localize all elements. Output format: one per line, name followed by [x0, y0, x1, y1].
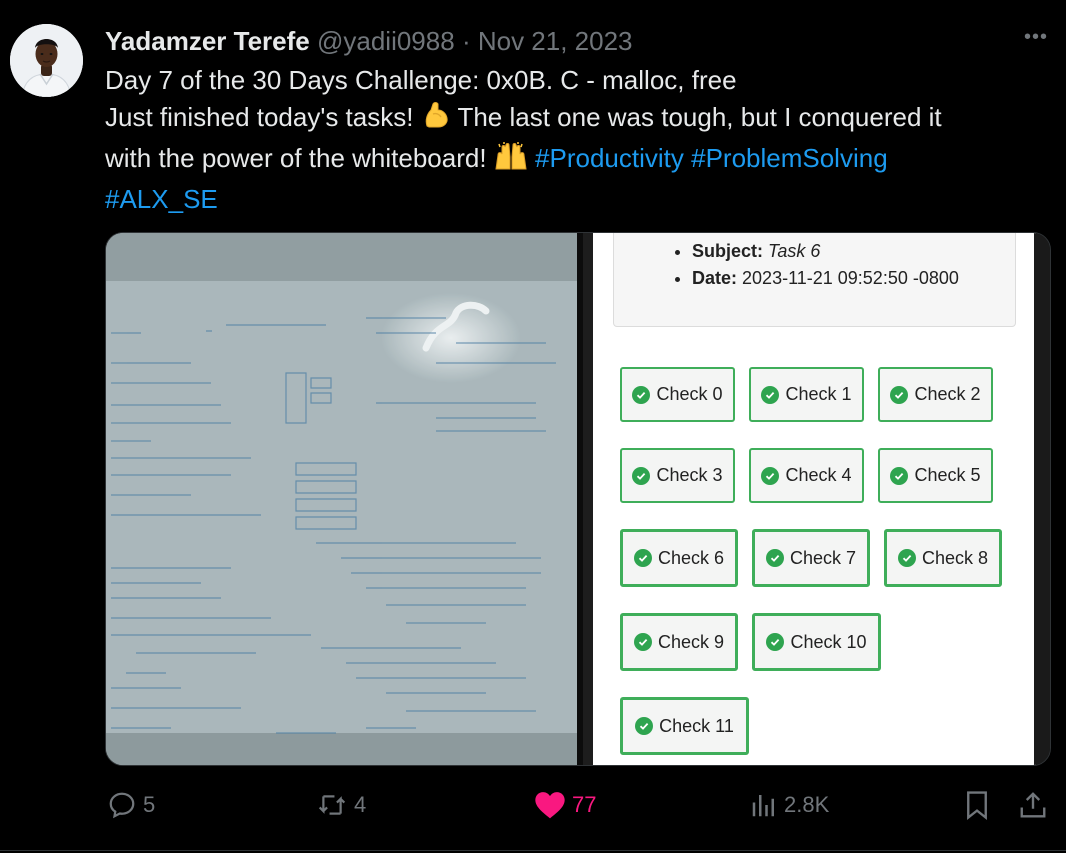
views-count: 2.8K: [784, 792, 830, 817]
tweet: Yadamzer Terefe @yadii0988 · Nov 21, 202…: [0, 0, 1066, 853]
share-button[interactable]: [1018, 790, 1048, 820]
media-edge: [1034, 233, 1050, 765]
media-divider: [577, 233, 593, 765]
check-6-label: Check 6: [657, 547, 725, 568]
hashtag-alx-se[interactable]: #ALX_SE: [105, 184, 218, 214]
check-circle-icon: [766, 633, 785, 651]
repost-button[interactable]: 4: [316, 790, 366, 820]
repost-count: 4: [354, 792, 367, 817]
author-name[interactable]: Yadamzer Terefe: [105, 26, 310, 56]
hashtag-productivity[interactable]: #Productivity: [535, 143, 684, 173]
tweet-line-4: #ALX_SE: [105, 181, 1045, 218]
tweet-date[interactable]: Nov 21, 2023: [478, 26, 633, 56]
raising-hands-emoji: [494, 141, 528, 181]
tweet-text: Day 7 of the 30 Days Challenge: 0x0B. C …: [105, 62, 1045, 218]
check-circle-icon: [761, 385, 780, 404]
check-circle-icon: [897, 549, 916, 567]
check-9-label: Check 9: [657, 631, 725, 652]
check-8-label: Check 8: [921, 547, 989, 568]
date-label: Date:: [692, 268, 738, 288]
check-circle-icon: [890, 466, 909, 485]
avatar[interactable]: [10, 24, 83, 97]
check-8-button[interactable]: Check 8: [884, 529, 1002, 587]
tweet-line-3-start: with the power of the whiteboard!: [105, 143, 487, 173]
check-circle-icon: [632, 385, 651, 404]
subject-item: Subject: Task 6: [692, 238, 959, 265]
check-circle-icon: [761, 466, 780, 485]
flexed-biceps-icon: [425, 102, 448, 128]
bookmark-icon: [967, 791, 987, 820]
tweet-line-1: Day 7 of the 30 Days Challenge: 0x0B. C …: [105, 65, 737, 95]
heart-icon: [535, 792, 565, 819]
check-5-label: Check 5: [914, 465, 981, 485]
subject-value: Task 6: [768, 241, 821, 261]
check-10-label: Check 10: [790, 631, 867, 652]
check-1-button[interactable]: Check 1: [749, 367, 864, 422]
check-circle-icon: [633, 549, 652, 567]
check-circle-icon: [635, 717, 654, 735]
checker-screenshot[interactable]: Subject: Task 6 Date: 2023-11-21 09:52:5…: [593, 233, 1036, 765]
tweet-line-2-start: Just finished today's tasks!: [105, 102, 414, 132]
check-circle-icon: [890, 385, 909, 404]
check-9-button[interactable]: Check 9: [620, 613, 738, 671]
action-bar: 5 4 77 2.8K: [0, 786, 1066, 826]
whiteboard-photo[interactable]: [106, 233, 577, 765]
hashtag-problemsolving[interactable]: #ProblemSolving: [691, 143, 888, 173]
separator-dot: ·: [461, 26, 471, 56]
check-circle-icon: [633, 633, 652, 651]
views-icon: [752, 795, 774, 817]
check-11-button[interactable]: Check 11: [620, 697, 749, 755]
check-5-button[interactable]: Check 5: [878, 448, 993, 503]
check-3-label: Check 3: [656, 465, 723, 485]
tweet-line-2: Just finished today's tasks! The last on…: [105, 99, 1045, 140]
check-0-button[interactable]: Check 0: [620, 367, 735, 422]
bottom-divider: [0, 850, 1066, 851]
date-value: 2023-11-21 09:52:50 -0800: [742, 268, 959, 288]
tweet-line-2-end: The last one was tough, but I conquered …: [457, 102, 942, 132]
check-circle-icon: [632, 466, 651, 485]
check-3-button[interactable]: Check 3: [620, 448, 735, 503]
bookmark-button[interactable]: [963, 790, 991, 820]
check-circle-icon: [765, 549, 784, 567]
flexed-biceps-emoji: [421, 100, 451, 140]
raising-hands-icon: [495, 142, 527, 170]
check-10-button[interactable]: Check 10: [752, 613, 881, 671]
share-icon: [1020, 792, 1046, 818]
task-info-box: Subject: Task 6 Date: 2023-11-21 09:52:5…: [613, 233, 1016, 327]
tweet-header: Yadamzer Terefe @yadii0988 · Nov 21, 202…: [105, 24, 633, 58]
like-count: 77: [572, 792, 597, 817]
more-options-icon[interactable]: •••: [1024, 26, 1048, 49]
subject-label: Subject:: [692, 241, 764, 261]
like-button[interactable]: 77: [534, 790, 596, 820]
check-6-button[interactable]: Check 6: [620, 529, 738, 587]
views-button[interactable]: 2.8K: [750, 790, 829, 820]
author-handle[interactable]: @yadii0988: [317, 26, 455, 56]
check-2-button[interactable]: Check 2: [878, 367, 993, 422]
date-item: Date: 2023-11-21 09:52:50 -0800: [692, 265, 959, 292]
check-7-label: Check 7: [789, 547, 857, 568]
tweet-line-3: with the power of the whiteboard! #Produ…: [105, 140, 1045, 181]
check-4-label: Check 4: [785, 465, 852, 485]
whiteboard-image: [106, 233, 577, 765]
reply-button[interactable]: 5: [107, 790, 155, 820]
check-7-button[interactable]: Check 7: [752, 529, 870, 587]
check-4-button[interactable]: Check 4: [749, 448, 864, 503]
reply-icon: [109, 792, 135, 819]
check-0-label: Check 0: [656, 384, 723, 404]
tweet-media[interactable]: Subject: Task 6 Date: 2023-11-21 09:52:5…: [105, 232, 1051, 766]
check-1-label: Check 1: [785, 384, 852, 404]
check-11-label: Check 11: [659, 715, 734, 736]
repost-icon: [318, 795, 346, 815]
reply-count: 5: [143, 792, 156, 817]
check-2-label: Check 2: [914, 384, 981, 404]
